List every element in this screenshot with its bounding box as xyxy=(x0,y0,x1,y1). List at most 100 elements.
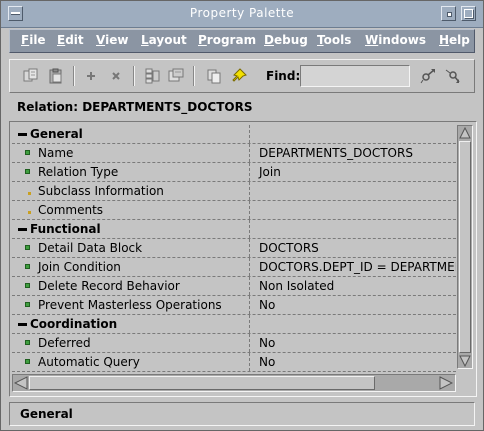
property-name-cell[interactable]: Name xyxy=(12,144,250,162)
intersection-icon[interactable] xyxy=(168,68,184,84)
property-value-cell[interactable]: Non Isolated xyxy=(251,277,456,295)
vertical-scrollbar[interactable] xyxy=(457,125,473,369)
property-value-cell[interactable]: DOCTORS.DEPT_ID = DEPARTMENTS.DEPT_ID xyxy=(251,258,456,276)
property-row[interactable]: Detail Data Block DOCTORS xyxy=(12,239,456,258)
property-name-cell[interactable]: Join Condition xyxy=(12,258,250,276)
menu-file[interactable]: File xyxy=(21,33,46,47)
property-name-cell[interactable]: Automatic Query xyxy=(12,353,250,371)
property-marker-icon xyxy=(25,245,30,250)
property-row[interactable]: Prevent Masterless Operations No xyxy=(12,296,456,315)
scroll-right-arrow-icon[interactable] xyxy=(439,376,453,390)
menu-edit[interactable]: Edit xyxy=(57,33,84,47)
property-row[interactable]: Comments xyxy=(12,201,456,220)
inherit-icon[interactable] xyxy=(206,68,222,84)
property-value-cell[interactable] xyxy=(251,201,456,219)
title-bar[interactable]: Property Palette xyxy=(1,1,483,28)
property-value-cell xyxy=(251,315,456,333)
minimize-icon xyxy=(447,12,452,17)
horizontal-scrollbar[interactable] xyxy=(12,374,456,392)
copy-properties-icon[interactable] xyxy=(23,68,39,84)
menu-program[interactable]: Program xyxy=(198,33,256,47)
minimize-button[interactable] xyxy=(441,6,456,21)
property-value-cell[interactable]: DEPARTMENTS_DOCTORS xyxy=(251,144,456,162)
property-name-cell[interactable]: Delete Record Behavior xyxy=(12,277,250,295)
scroll-up-arrow-icon[interactable] xyxy=(459,127,471,139)
menu-layout[interactable]: Layout xyxy=(141,33,187,47)
property-value-cell[interactable]: DOCTORS xyxy=(251,239,456,257)
property-name-cell[interactable]: Functional xyxy=(12,220,250,238)
property-label: Delete Record Behavior xyxy=(38,279,180,293)
union-icon[interactable] xyxy=(144,68,160,84)
horizontal-scroll-thumb[interactable] xyxy=(29,376,375,390)
property-label: Join Condition xyxy=(38,260,121,274)
property-name-cell[interactable]: Subclass Information xyxy=(12,182,250,200)
property-marker-icon xyxy=(25,283,30,288)
property-marker-icon xyxy=(25,169,30,174)
property-label: Automatic Query xyxy=(38,355,140,369)
property-value-cell xyxy=(251,220,456,238)
menu-view[interactable]: View xyxy=(96,33,128,47)
property-value-cell[interactable]: No xyxy=(251,334,456,352)
find-previous-icon[interactable] xyxy=(444,68,460,84)
menu-help[interactable]: Help xyxy=(439,33,470,47)
category-row[interactable]: Coordination xyxy=(12,315,456,334)
property-value-cell[interactable]: No xyxy=(251,296,456,314)
toolbar-separator xyxy=(193,66,195,86)
property-row[interactable]: Relation Type Join xyxy=(12,163,456,182)
property-name-cell[interactable]: Relation Type xyxy=(12,163,250,181)
collapse-icon[interactable] xyxy=(18,228,27,231)
property-name-cell[interactable]: Prevent Masterless Operations xyxy=(12,296,250,314)
property-label: Deferred xyxy=(38,336,91,350)
property-value: No xyxy=(259,336,276,350)
toolbar: Find: xyxy=(9,59,475,93)
menu-windows[interactable]: Windows xyxy=(365,33,426,47)
property-marker-icon xyxy=(25,302,30,307)
category-label: Coordination xyxy=(30,317,118,331)
menu-tools[interactable]: Tools xyxy=(317,33,351,47)
property-row[interactable]: Name DEPARTMENTS_DOCTORS xyxy=(12,144,456,163)
property-name-cell[interactable]: Comments xyxy=(12,201,250,219)
vertical-scroll-thumb[interactable] xyxy=(459,141,471,353)
category-row[interactable]: Functional xyxy=(12,220,456,239)
maximize-button[interactable] xyxy=(461,6,476,21)
property-row[interactable]: Subclass Information xyxy=(12,182,456,201)
property-label: Detail Data Block xyxy=(38,241,143,255)
property-grid: General Name DEPARTMENTS_DOCTORS Relation T… xyxy=(9,121,477,397)
collapse-icon[interactable] xyxy=(18,133,27,136)
default-value-dot-icon xyxy=(28,211,31,214)
scroll-left-arrow-icon[interactable] xyxy=(14,376,28,390)
property-name-cell[interactable]: Coordination xyxy=(12,315,250,333)
property-value-cell[interactable]: Join xyxy=(251,163,456,181)
property-row[interactable]: Delete Record Behavior Non Isolated xyxy=(12,277,456,296)
find-input[interactable] xyxy=(300,65,410,87)
property-name-cell[interactable]: Deferred xyxy=(12,334,250,352)
collapse-icon[interactable] xyxy=(18,323,27,326)
property-value-cell[interactable] xyxy=(251,182,456,200)
add-property-icon[interactable] xyxy=(83,68,99,84)
toolbar-separator xyxy=(133,66,135,86)
freeze-pin-icon[interactable] xyxy=(231,68,247,84)
property-row[interactable]: Automatic Query No xyxy=(12,353,456,372)
maximize-icon xyxy=(464,9,473,18)
property-marker-icon xyxy=(25,340,30,345)
find-next-icon[interactable] xyxy=(420,68,436,84)
window-title: Property Palette xyxy=(189,6,295,20)
property-name-cell[interactable]: Detail Data Block xyxy=(12,239,250,257)
delete-property-icon[interactable] xyxy=(108,68,124,84)
scroll-corner xyxy=(457,374,473,392)
property-value-cell[interactable]: No xyxy=(251,353,456,371)
category-row[interactable]: General xyxy=(12,125,456,144)
property-value: DEPARTMENTS_DOCTORS xyxy=(259,146,413,160)
property-name-cell[interactable]: General xyxy=(12,125,250,143)
paste-properties-icon[interactable] xyxy=(48,68,64,84)
property-value: Non Isolated xyxy=(259,279,335,293)
property-label: Relation Type xyxy=(38,165,119,179)
property-label: Comments xyxy=(38,203,104,217)
scroll-down-arrow-icon[interactable] xyxy=(459,355,471,367)
property-row[interactable]: Deferred No xyxy=(12,334,456,353)
find-label: Find: xyxy=(266,69,301,83)
property-value: DOCTORS.DEPT_ID = DEPARTMENTS.DEPT_ID xyxy=(259,260,456,274)
menu-debug[interactable]: Debug xyxy=(264,33,308,47)
property-row[interactable]: Join Condition DOCTORS.DEPT_ID = DEPARTME… xyxy=(12,258,456,277)
status-bar: General xyxy=(9,402,475,426)
